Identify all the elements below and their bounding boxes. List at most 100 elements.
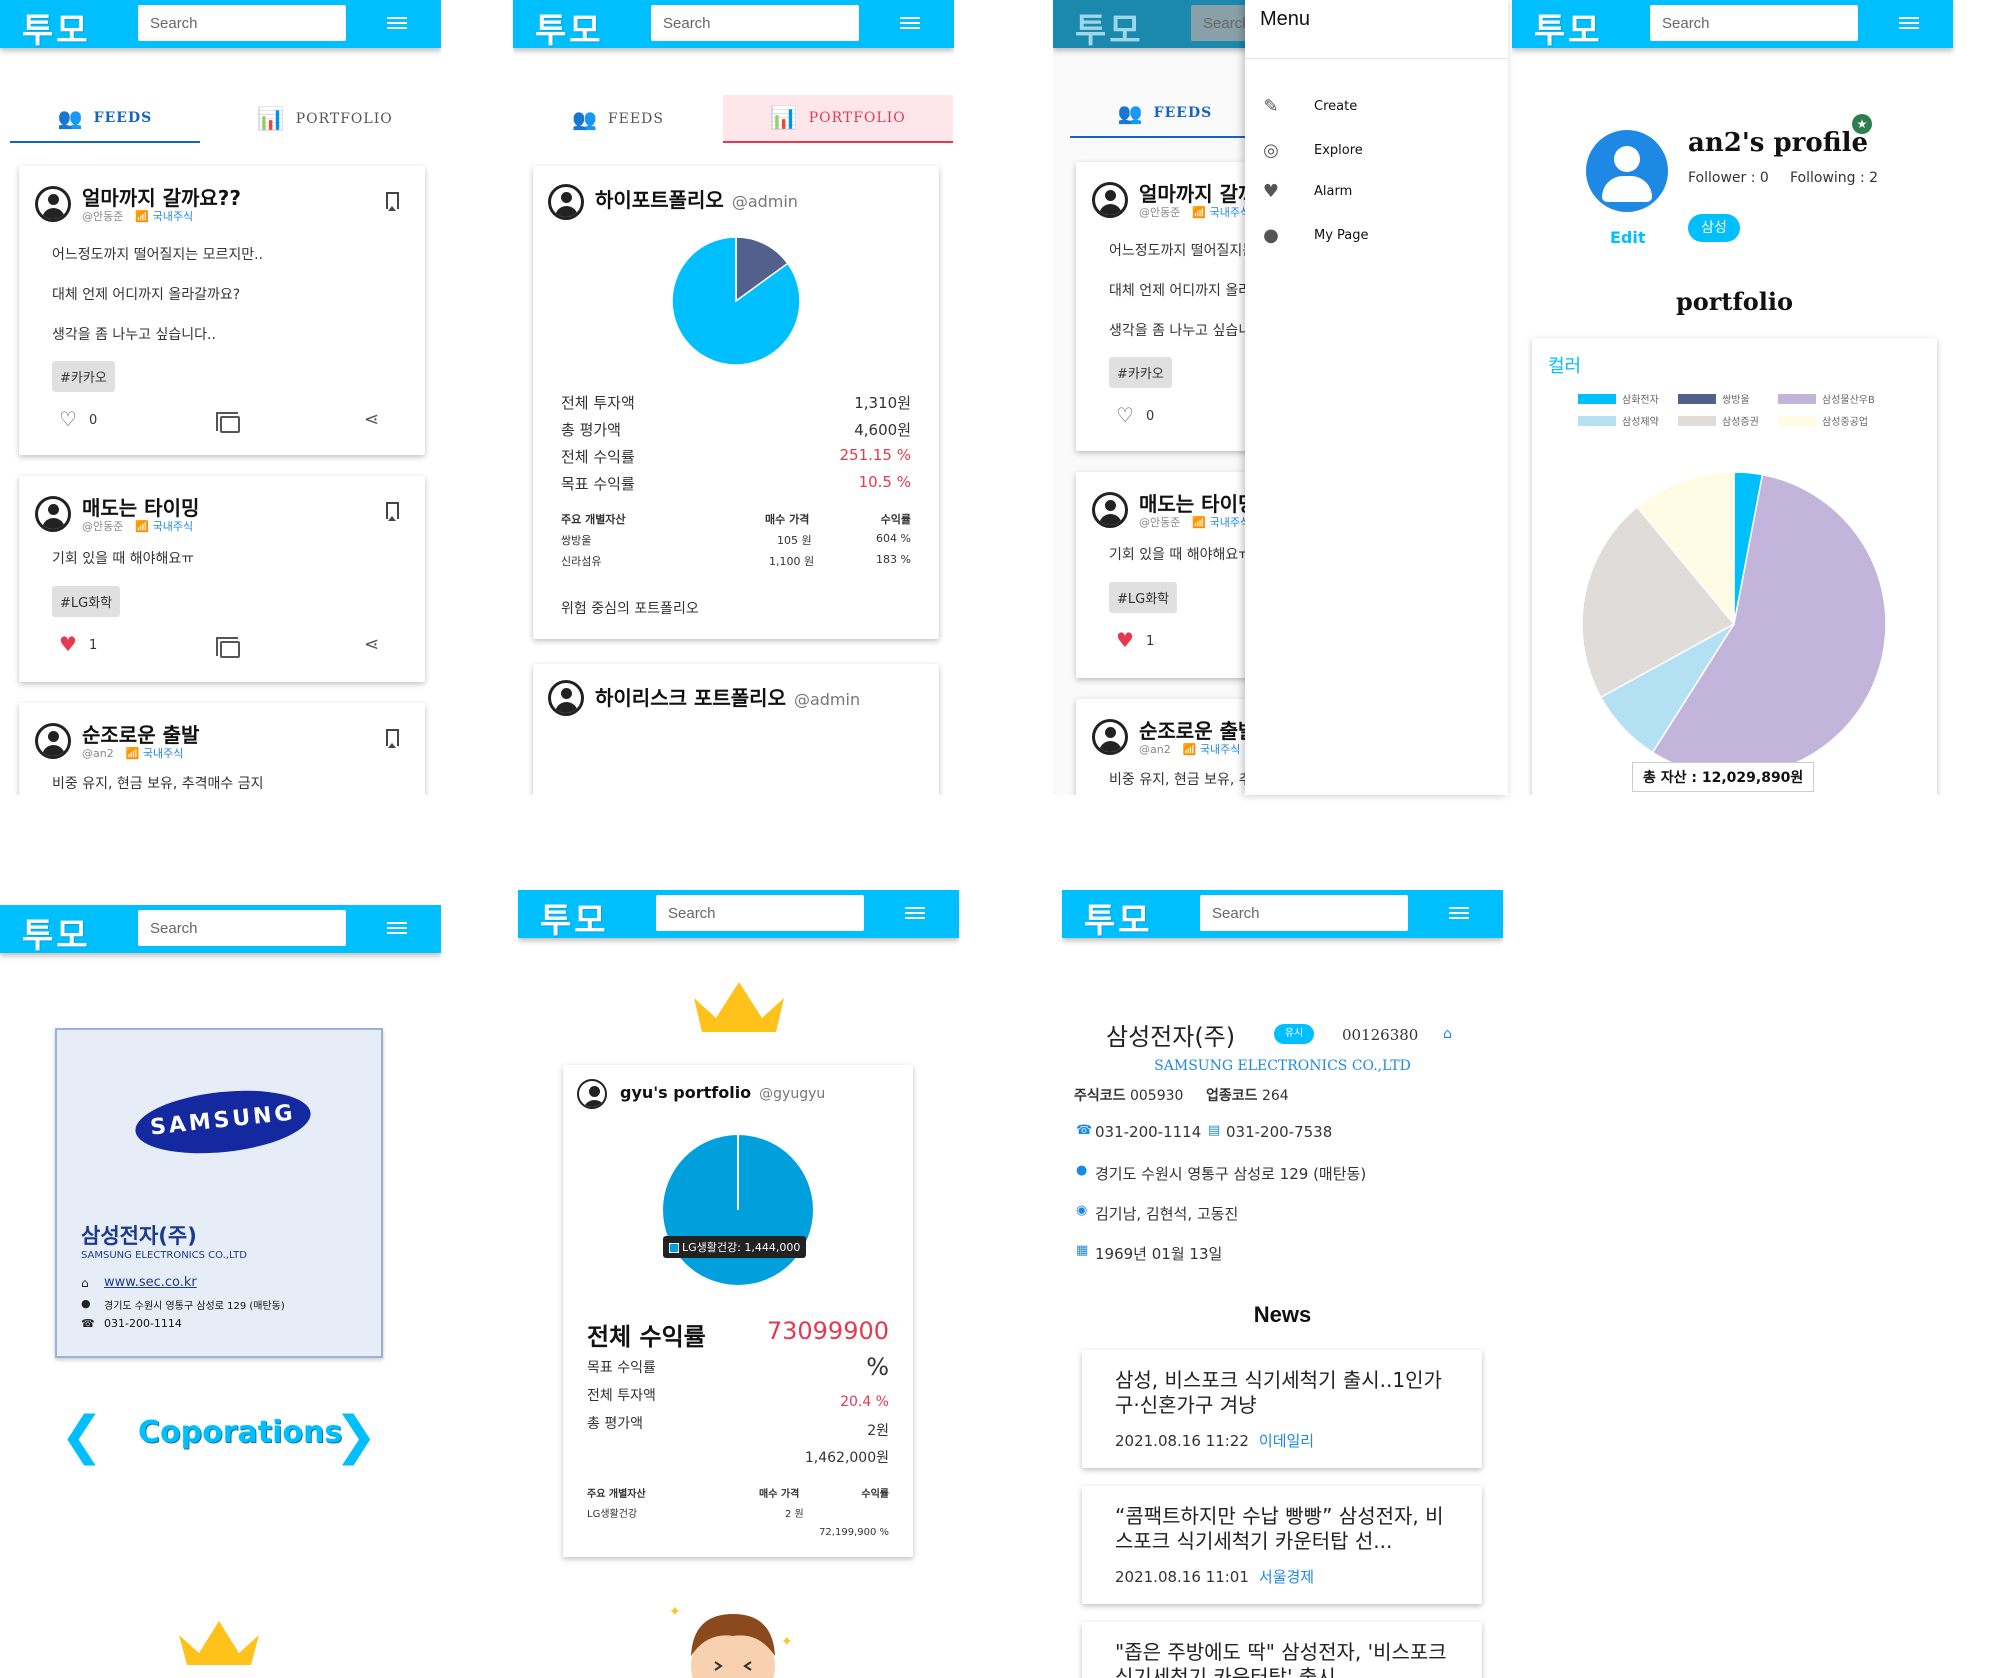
feed-line: 생각을 좀 나누고 싶습니다.. (52, 327, 216, 343)
bookmark-icon[interactable] (386, 502, 399, 521)
feed-meta: @안동준 📶 국내주식 (82, 208, 193, 224)
crown-icon (175, 1617, 263, 1667)
app-logo[interactable]: 투모 (22, 3, 91, 52)
profile-chart-card: 컬러 삼화전자 쌍방울 삼성물산우B 삼성제약 삼성증권 삼성중공업 총 자산 : 12,… (1532, 338, 1937, 795)
app-logo[interactable]: 투모 (1084, 893, 1153, 942)
interest-badge[interactable]: 삼성 (1688, 214, 1740, 242)
menu-item-create[interactable]: ✎ Create (1260, 92, 1357, 120)
news-card[interactable]: 삼성, 비스포크 식기세척기 출시..1인가구·신혼가구 겨냥 2021.08.… (1082, 1350, 1482, 1468)
heart-icon[interactable]: ♥ (59, 634, 77, 654)
share-icon[interactable]: ⋖ (364, 410, 384, 430)
company-address: 경기도 수원시 영통구 삼성로 129 (매탄동) (1095, 1165, 1367, 1183)
bar-chart-icon: 📊 (257, 106, 286, 132)
legend-swatch[interactable] (1678, 394, 1716, 404)
legend-swatch[interactable] (1578, 394, 1616, 404)
menu-icon[interactable] (387, 919, 407, 937)
heart-icon[interactable]: ♡ (1116, 405, 1134, 425)
comment-icon[interactable] (216, 637, 240, 658)
comment-icon[interactable] (216, 412, 240, 433)
section-title: portfolio (1675, 287, 1794, 316)
crown-icon (690, 978, 788, 1034)
avatar-icon (577, 1079, 607, 1109)
corp-website[interactable]: www.sec.co.kr (104, 1275, 197, 1290)
app-logo[interactable]: 투모 (1075, 3, 1144, 52)
tab-feeds[interactable]: 👥 FEEDS (523, 95, 713, 143)
heart-icon: ♥ (1262, 180, 1280, 202)
menu-item-explore[interactable]: ◎ Explore (1260, 136, 1363, 164)
chart-title: 컬러 (1548, 356, 1582, 377)
heart-icon[interactable]: ♡ (59, 409, 77, 429)
tag-chip[interactable]: #카카오 (1109, 357, 1172, 388)
asset-name: 신라섬유 (561, 555, 602, 568)
chart-tooltip: LG생활건강: 1,444,000 (663, 1236, 807, 1258)
tag-chip[interactable]: #카카오 (52, 361, 115, 392)
phone-icon: ☎ (1076, 1123, 1093, 1138)
feed-category-label: 국내주식 (1209, 206, 1251, 219)
tab-portfolio[interactable]: 📊 PORTFOLIO (220, 95, 430, 143)
tag-chip[interactable]: #LG화학 (52, 586, 121, 617)
asset-price: 105 원 (777, 534, 812, 547)
news-card[interactable]: “콤팩트하지만 수납 빵빵” 삼성전자, 비스포크 식기세척기 카운터탑 선..… (1082, 1486, 1482, 1604)
menu-item-alarm[interactable]: ♥ Alarm (1260, 177, 1352, 205)
heart-icon[interactable]: ♥ (1116, 630, 1134, 650)
menu-icon[interactable] (900, 14, 920, 32)
following-count[interactable]: Following : 2 (1790, 170, 1878, 186)
menu-icon[interactable] (1449, 904, 1469, 922)
legend-label: 삼성물산우B (1822, 394, 1875, 406)
menu-icon[interactable] (905, 904, 925, 922)
home-icon[interactable]: ⌂ (1443, 1026, 1452, 1042)
news-date-text: 2021.08.16 11:22 (1115, 1432, 1249, 1450)
search-input[interactable] (1650, 5, 1858, 41)
search-input[interactable] (138, 5, 346, 41)
search-input[interactable] (1200, 895, 1408, 931)
asset-header: 주요 개별자산 (561, 513, 626, 526)
feed-category-label: 국내주식 (152, 520, 194, 533)
feed-card[interactable]: 순조로운 출발 @an2 📶 국내주식 비중 유지, 현금 보유, 추격매수 금지 (19, 703, 425, 795)
app-logo[interactable]: 투모 (540, 893, 609, 942)
feed-title: 매도는 타이밍 (1139, 492, 1257, 516)
prev-arrow-icon[interactable]: ❮ (60, 1410, 104, 1462)
legend-swatch[interactable] (1678, 416, 1716, 426)
search-input[interactable] (651, 5, 859, 41)
gyu-pie-chart (663, 1135, 813, 1285)
bookmark-icon[interactable] (386, 192, 399, 211)
corp-en-name: SAMSUNG ELECTRONICS CO.,LTD (81, 1250, 247, 1261)
tab-feeds[interactable]: 👥 FEEDS (10, 95, 200, 143)
tab-portfolio[interactable]: 📊 PORTFOLIO (723, 95, 953, 143)
menu-item-my-page[interactable]: ● My Page (1260, 221, 1368, 249)
news-card[interactable]: "좁은 주방에도 딱" 삼성전자, '비스포크 식기세척기 카운터탑' 출시 (1082, 1622, 1482, 1678)
legend-swatch[interactable] (1778, 394, 1816, 404)
tab-feeds[interactable]: 👥 FEEDS (1070, 90, 1260, 138)
portfolio-card[interactable]: 하이포트폴리오 @admin 전체 투자액 1,310원 총 평가액 4,600원… (533, 166, 939, 639)
legend-swatch[interactable] (1578, 416, 1616, 426)
tag-chip[interactable]: #LG화학 (1109, 582, 1178, 613)
people-icon: 👥 (1117, 101, 1144, 125)
app-logo[interactable]: 투모 (535, 3, 604, 52)
legend-swatch[interactable] (1778, 416, 1816, 426)
feed-category: 📶 국내주식 (1192, 206, 1251, 219)
portfolio-card[interactable]: gyu's portfolio @gyugyu LG생활건강: 1,444,000… (563, 1065, 913, 1557)
portfolio-card[interactable]: 하이리스크 포트폴리오 @admin (533, 664, 939, 795)
share-icon[interactable]: ⋖ (364, 635, 384, 655)
search-input[interactable] (138, 910, 346, 946)
feed-meta: @안동준 📶 국내주식 (1139, 204, 1250, 220)
metric-value: 1,310원 (854, 394, 911, 412)
app-logo[interactable]: 투모 (22, 908, 91, 957)
next-arrow-icon[interactable]: ❯ (334, 1410, 378, 1462)
fax-icon: ▤ (1208, 1123, 1221, 1138)
feed-card[interactable]: 매도는 타이밍 @안동준 📶 국내주식 기회 있을 때 해야해요ㅠ #LG화학 ♥… (19, 476, 425, 682)
menu-icon[interactable] (387, 14, 407, 32)
corp-nav-title: Coporations (138, 1415, 343, 1450)
search-input[interactable] (656, 895, 864, 931)
corp-card[interactable]: SAMSUNG 삼성전자(주) SAMSUNG ELECTRONICS CO.,… (55, 1028, 383, 1358)
news-source[interactable]: 서울경제 (1259, 1568, 1314, 1586)
follower-count[interactable]: Follower : 0 (1688, 170, 1769, 186)
feed-card[interactable]: 얼마까지 갈까요?? @안동준 📶 국내주식 어느정도까지 떨어질지는 모르지만.… (19, 166, 425, 455)
menu-icon[interactable] (1899, 14, 1919, 32)
edit-button[interactable]: Edit (1610, 228, 1646, 247)
bookmark-icon[interactable] (386, 729, 399, 748)
avatar-icon (35, 723, 71, 759)
app-logo[interactable]: 투모 (1534, 3, 1603, 52)
news-source[interactable]: 이데일리 (1259, 1432, 1314, 1450)
portfolio-title: 하이리스크 포트폴리오 @admin (595, 682, 860, 711)
